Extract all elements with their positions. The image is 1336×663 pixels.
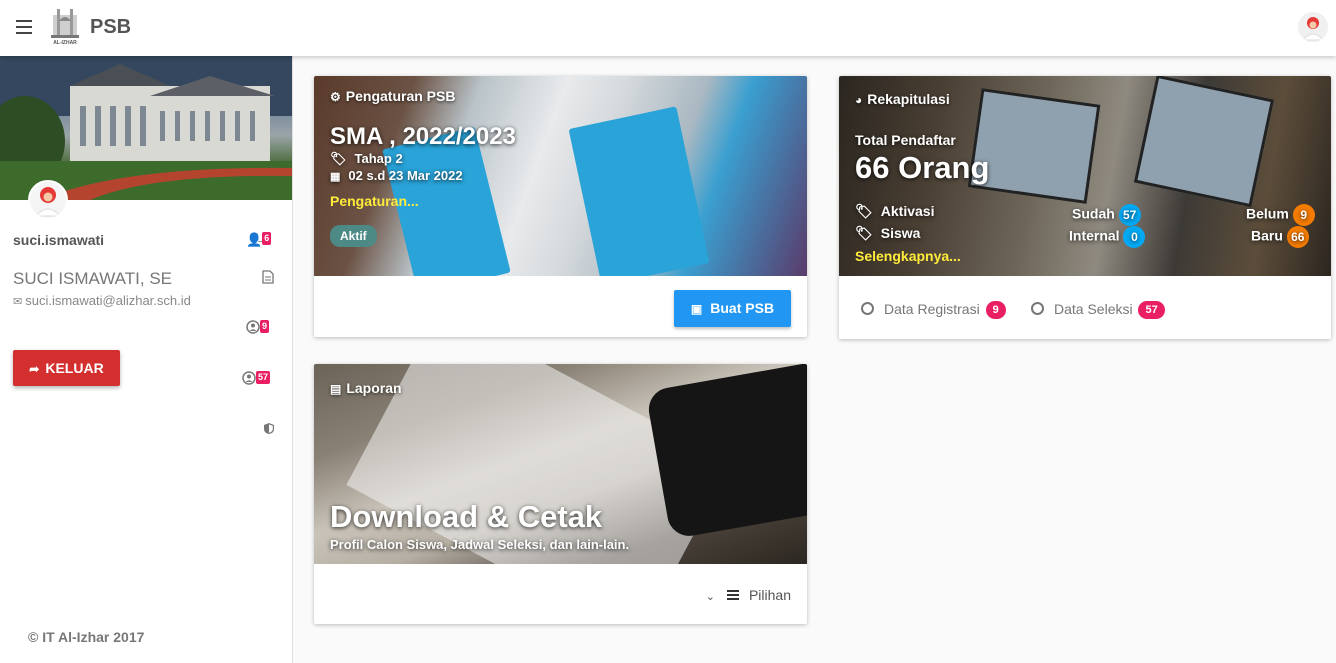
icon-badge: 57 xyxy=(256,371,271,384)
activation-label: Aktivasi xyxy=(880,203,935,219)
report-card-header: ▤ Laporan xyxy=(330,380,402,396)
document-icon[interactable] xyxy=(262,270,274,287)
phone-image xyxy=(645,364,807,540)
belum-badge: 9 xyxy=(1292,204,1315,226)
user-circle-icon[interactable]: 57 xyxy=(242,371,271,388)
psb-period: ▦ 02 s.d 23 Mar 2022 xyxy=(330,168,463,183)
status-badge: Aktif xyxy=(330,225,377,247)
internal-stat: Internal 0 xyxy=(1069,226,1146,248)
student-label: Siswa xyxy=(880,225,921,241)
list-icon xyxy=(726,590,739,600)
user-circle-icon xyxy=(1031,302,1044,315)
laptop-image xyxy=(967,88,1101,204)
psb-title: SMA , 2022/2023 xyxy=(330,123,516,150)
selection-label: Data Seleksi xyxy=(1054,301,1133,317)
tag-icon: 🏷 xyxy=(330,151,347,166)
report-header-label: Laporan xyxy=(346,380,402,396)
report-card-image: ▤ Laporan Download & Cetak Profil Calon S… xyxy=(314,364,807,564)
baru-badge: 66 xyxy=(1286,226,1309,248)
user-circle-icon[interactable]: 9 xyxy=(246,320,270,337)
user-circle-icon xyxy=(861,302,874,315)
tag-icon: 🏷 xyxy=(855,225,873,241)
pie-chart-icon: ◕ xyxy=(855,93,863,107)
psb-card-image: ⚙ Pengaturan PSB SMA , 2022/2023 🏷 Tahap 2… xyxy=(314,76,807,276)
school-logo[interactable]: AL-IZHAR xyxy=(49,9,81,46)
sudah-label: Sudah xyxy=(1072,205,1115,222)
psb-stage: 🏷 Tahap 2 xyxy=(330,151,403,167)
recap-header-label: Rekapitulasi xyxy=(867,91,950,107)
options-menu-button[interactable]: ⌄ Pilihan xyxy=(706,587,791,603)
user-times-icon[interactable]: 👤̶ 6 xyxy=(246,232,272,248)
report-subtitle: Profil Calon Siswa, Jadwal Seleksi, dan … xyxy=(330,537,630,552)
selection-data-link[interactable]: Data Seleksi 57 xyxy=(1031,301,1165,319)
email-value: suci.ismawati@alizhar.sch.id xyxy=(25,293,191,308)
file-text-icon: ▤ xyxy=(330,382,342,396)
options-label: Pilihan xyxy=(748,587,791,603)
belum-stat: Belum 9 xyxy=(1246,204,1315,226)
profile-avatar[interactable] xyxy=(28,180,68,220)
email-text: ✉ suci.ismawati@alizhar.sch.id xyxy=(13,293,191,308)
app-title: PSB xyxy=(90,16,132,38)
top-app-bar: AL-IZHAR PSB xyxy=(0,0,1336,56)
internal-badge: 0 xyxy=(1123,226,1146,248)
recap-card-header: ◕ Rekapitulasi xyxy=(855,91,950,107)
activation-row: 🏷 Aktivasi xyxy=(855,203,934,220)
psb-header-label: Pengaturan PSB xyxy=(345,88,456,104)
icon-badge: 9 xyxy=(260,320,270,333)
recap-card: ◕ Rekapitulasi Total Pendaftar 66 Orang 🏷… xyxy=(839,76,1331,339)
psb-stage-value: Tahap 2 xyxy=(354,151,403,166)
tablet-keyboard-image xyxy=(568,106,710,276)
report-card: ▤ Laporan Download & Cetak Profil Calon S… xyxy=(314,364,807,624)
total-label: Total Pendaftar xyxy=(855,132,956,148)
chevron-down-icon: ⌄ xyxy=(705,591,715,603)
registration-badge: 9 xyxy=(985,301,1006,319)
registration-label: Data Registrasi xyxy=(884,301,980,317)
registration-data-link[interactable]: Data Registrasi 9 xyxy=(861,301,1006,319)
report-title: Download & Cetak xyxy=(330,499,603,534)
create-psb-label: Buat PSB xyxy=(710,300,775,316)
psb-settings-card: ⚙ Pengaturan PSB SMA , 2022/2023 🏷 Tahap 2… xyxy=(314,76,807,337)
logo-text: AL-IZHAR xyxy=(53,40,77,46)
full-name: SUCI ISMAWATI, SE xyxy=(13,269,172,288)
create-psb-button[interactable]: ▣ Buat PSB xyxy=(674,290,791,327)
sidebar: suci.ismawati SUCI ISMAWATI, SE ✉ suci.is… xyxy=(0,56,293,663)
copyright-text: © IT Al-Izhar 2017 xyxy=(28,629,145,645)
tag-icon: 🏷 xyxy=(855,203,873,219)
sign-out-icon: ➦ xyxy=(29,362,40,376)
selection-badge: 57 xyxy=(1138,301,1165,319)
shield-icon[interactable] xyxy=(263,422,275,438)
envelope-icon: ✉ xyxy=(13,296,23,308)
baru-stat: Baru 66 xyxy=(1251,226,1309,248)
baru-label: Baru xyxy=(1251,227,1283,244)
school-building-banner xyxy=(0,56,292,200)
total-value: 66 Orang xyxy=(855,150,990,185)
calendar-plus-icon: ▣ xyxy=(690,302,703,316)
sudah-stat: Sudah 57 xyxy=(1072,204,1141,226)
student-row: 🏷 Siswa xyxy=(855,225,920,242)
username: suci.ismawati xyxy=(13,232,105,248)
logout-label: KELUAR xyxy=(45,360,104,376)
sudah-badge: 57 xyxy=(1118,204,1141,226)
laptop-image xyxy=(1133,76,1275,208)
psb-period-value: 02 s.d 23 Mar 2022 xyxy=(348,168,463,183)
more-link[interactable]: Selengkapnya... xyxy=(855,248,961,264)
calendar-icon: ▦ xyxy=(330,171,341,183)
gear-icon: ⚙ xyxy=(330,90,341,104)
belum-label: Belum xyxy=(1246,205,1289,222)
internal-label: Internal xyxy=(1069,227,1120,244)
hamburger-menu-icon[interactable] xyxy=(16,20,32,34)
psb-card-header: ⚙ Pengaturan PSB xyxy=(330,88,455,104)
settings-link[interactable]: Pengaturan... xyxy=(330,193,419,209)
user-avatar[interactable] xyxy=(1298,12,1328,42)
icon-badge: 6 xyxy=(262,232,272,245)
logout-button[interactable]: ➦ KELUAR xyxy=(13,350,120,386)
recap-card-image: ◕ Rekapitulasi Total Pendaftar 66 Orang 🏷… xyxy=(839,76,1331,276)
